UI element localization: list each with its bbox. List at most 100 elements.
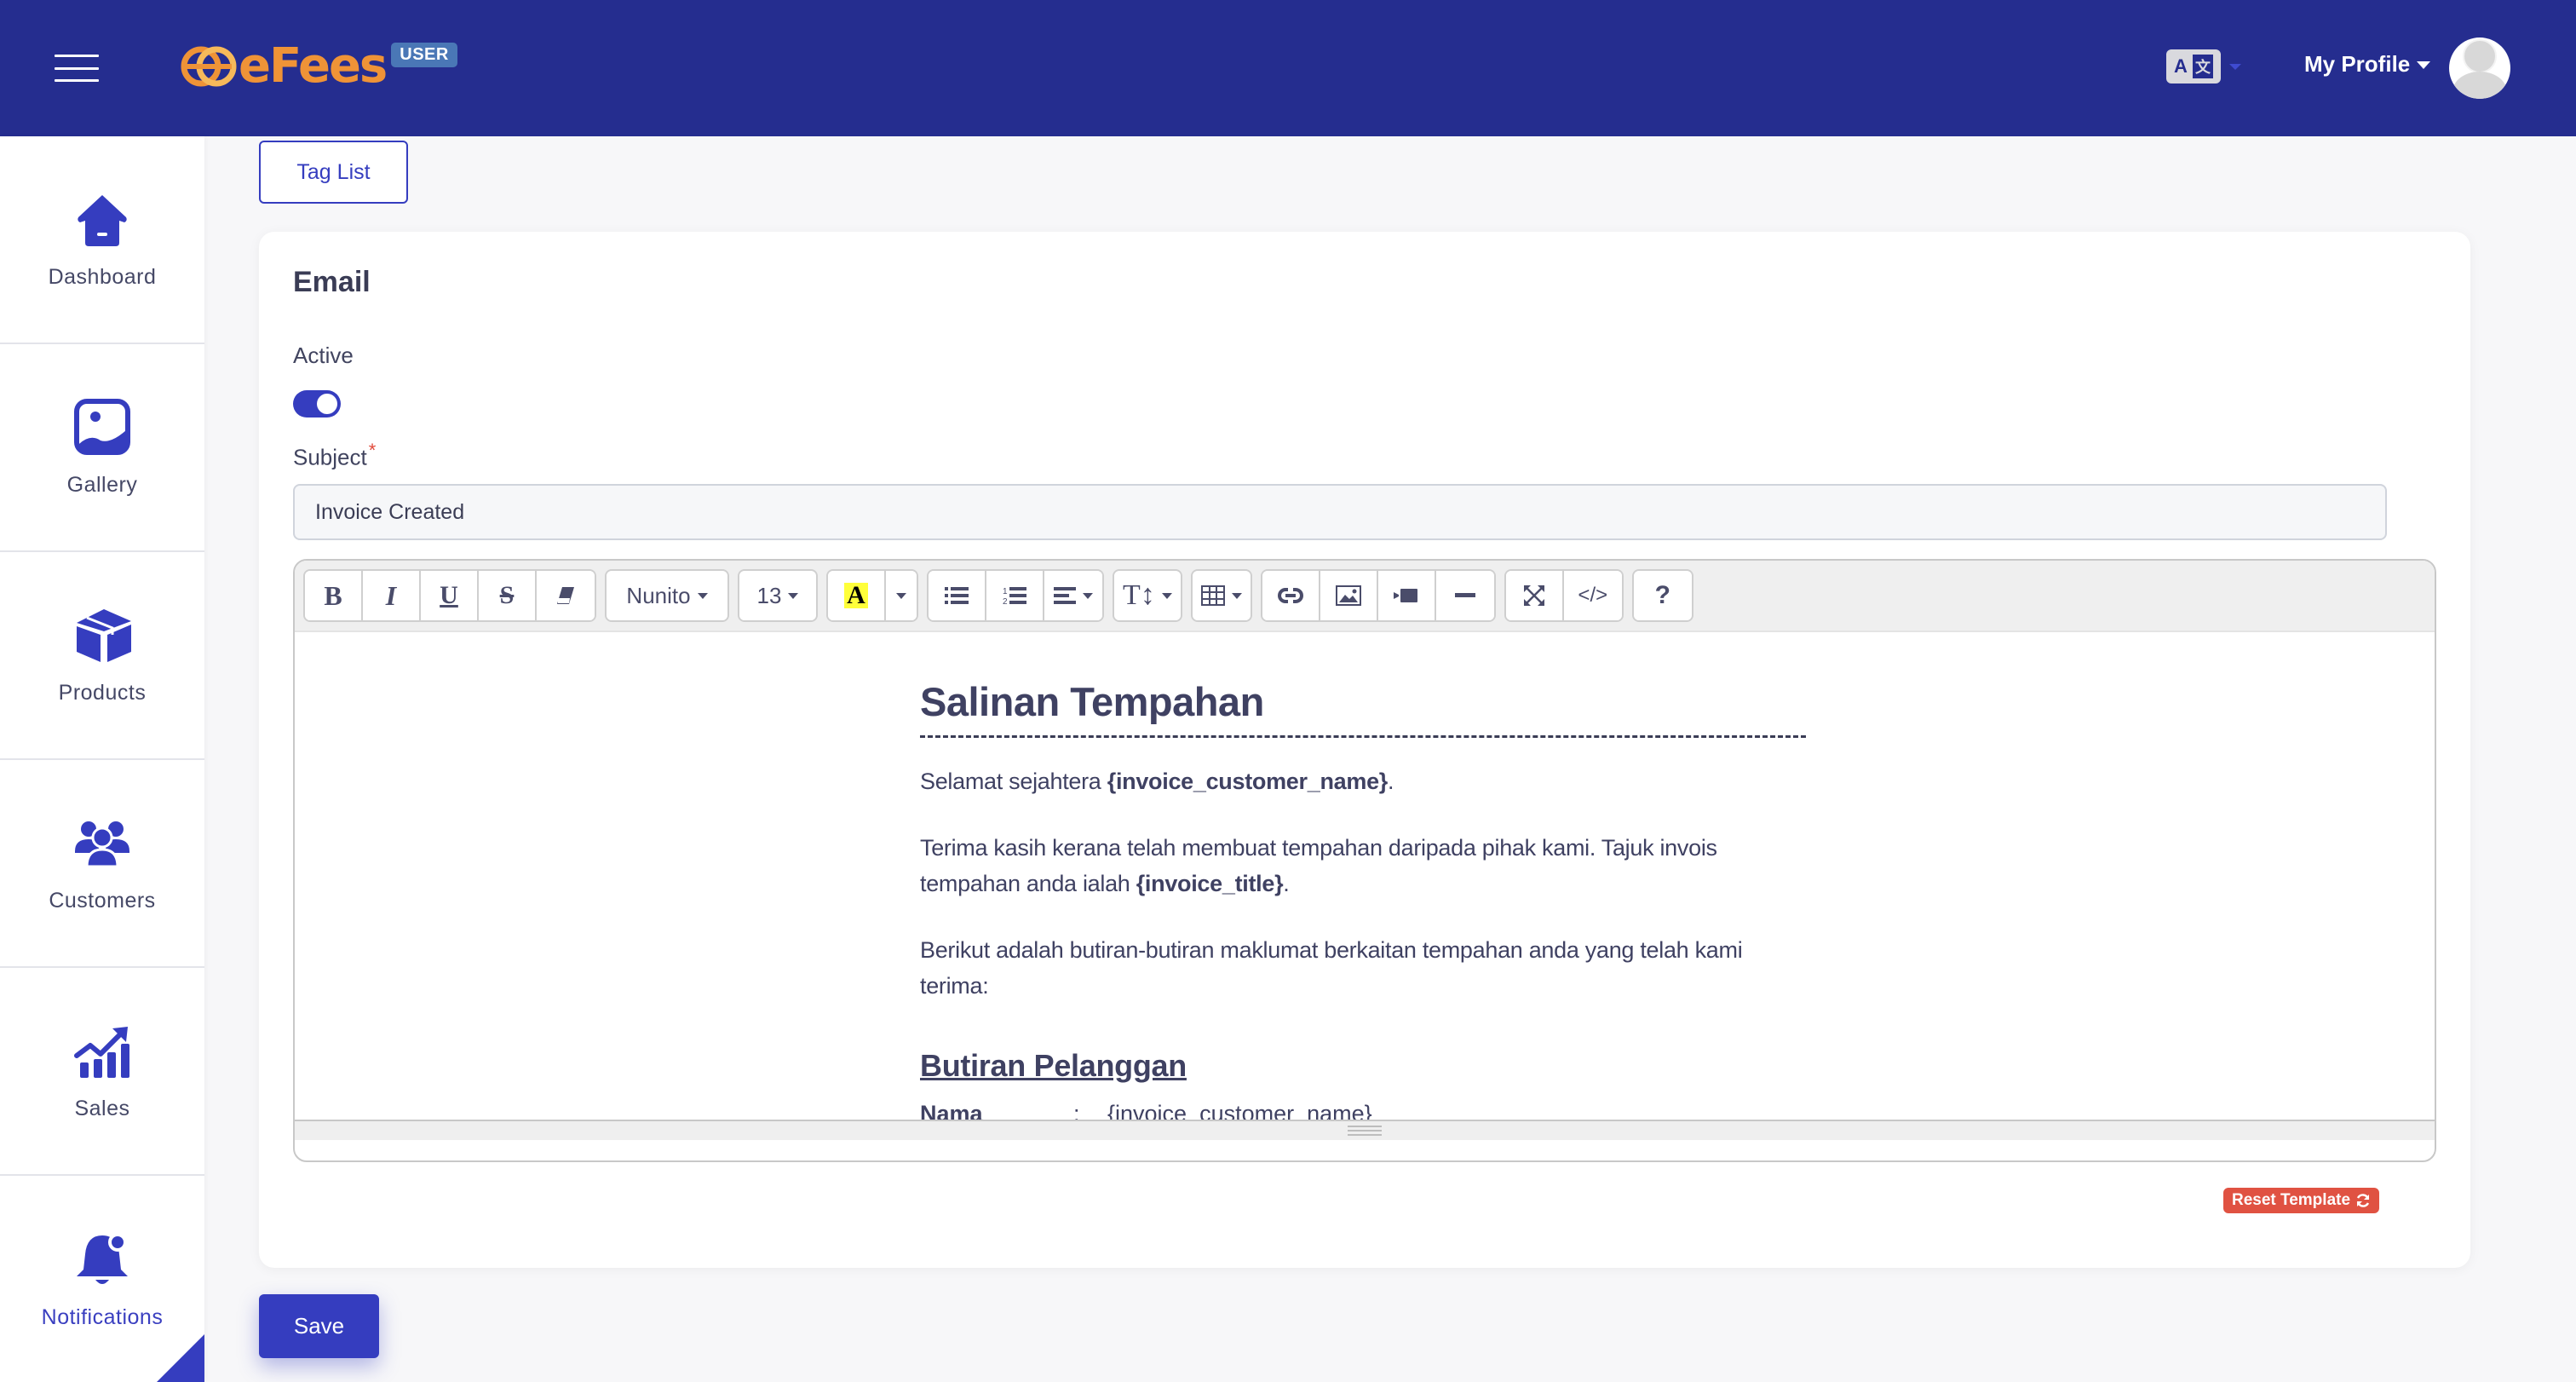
sidebar-item-label: Dashboard (48, 264, 157, 289)
eraser-icon (557, 587, 574, 604)
underline-icon: U (440, 581, 458, 609)
caret-down-icon (2417, 61, 2431, 69)
bold-button[interactable]: B (305, 571, 363, 620)
image-icon (73, 398, 131, 456)
font-size-value: 13 (756, 582, 782, 608)
line-height-icon: T↕ (1123, 579, 1155, 611)
greeting-suffix: . (1388, 769, 1394, 794)
email-settings-card: Email Active Subject* B I U S Nunito (259, 232, 2470, 1268)
thanks-text: Terima kasih kerana telah membuat tempah… (920, 835, 1717, 896)
subject-label: Subject* (293, 440, 376, 471)
italic-icon: I (385, 579, 397, 611)
align-dropdown-button[interactable] (1044, 571, 1102, 620)
language-selector[interactable]: A文 (2166, 49, 2241, 83)
translate-icon: A文 (2166, 49, 2221, 83)
editor-resize-handle[interactable] (295, 1120, 2435, 1140)
bold-icon: B (324, 579, 342, 611)
font-family-value: Nunito (626, 582, 691, 608)
toggle-knob (317, 394, 337, 414)
question-icon: ? (1654, 581, 1670, 609)
highlight-color-button[interactable]: A (828, 571, 886, 620)
code-view-button[interactable]: </> (1563, 571, 1622, 620)
users-icon (73, 814, 131, 872)
picture-icon (1335, 585, 1361, 606)
profile-dropdown[interactable]: My Profile (2304, 51, 2431, 78)
chart-growth-icon (73, 1022, 131, 1080)
strikethrough-icon: S (499, 581, 515, 609)
brand-logo[interactable]: eFees USER (181, 41, 457, 92)
underline-button[interactable]: U (421, 571, 479, 620)
sidebar-item-label: Products (58, 680, 147, 705)
numbered-list-button[interactable]: 12 (986, 571, 1044, 620)
user-role-badge: USER (391, 43, 457, 67)
editor-toolbar: B I U S Nunito 13 A 1 2 T↕ </> ? (295, 561, 2435, 632)
strikethrough-button[interactable]: S (479, 571, 537, 620)
table-dropdown[interactable] (1192, 571, 1251, 620)
active-toggle[interactable] (293, 390, 341, 417)
caret-down-icon (697, 592, 708, 599)
sidebar-item-sales[interactable]: Sales (0, 968, 204, 1176)
sidebar-item-label: Notifications (41, 1304, 164, 1329)
active-label: Active (293, 343, 354, 368)
svg-text:1: 1 (1003, 587, 1008, 596)
box-icon (73, 606, 131, 664)
bullet-list-button[interactable] (929, 571, 986, 620)
refresh-icon (2356, 1194, 2370, 1207)
avatar-body-shape (2452, 72, 2507, 99)
font-family-dropdown[interactable]: Nunito (607, 571, 727, 620)
save-button[interactable]: Save (259, 1294, 379, 1358)
hamburger-line (55, 66, 99, 70)
reset-template-button[interactable]: Reset Template (2223, 1188, 2380, 1213)
details-intro-paragraph: Berikut adalah butiran-butiran maklumat … (920, 937, 1743, 999)
subject-input[interactable] (293, 484, 2387, 540)
ordered-list-icon: 12 (1003, 587, 1026, 606)
editor-content-area[interactable]: Salinan Tempahan Selamat sejahtera {invo… (295, 632, 2435, 1140)
color-dropdown-button[interactable] (886, 571, 917, 620)
avatar[interactable] (2449, 37, 2510, 99)
sidebar: Dashboard Gallery Products Customers Sal… (0, 136, 204, 1382)
menu-toggle-button[interactable] (55, 55, 99, 82)
email-template-document: Salinan Tempahan Selamat sejahtera {invo… (920, 678, 1806, 1132)
table-group (1190, 569, 1252, 622)
view-group: </> (1504, 569, 1624, 622)
greeting-text: Selamat sejahtera (920, 769, 1107, 794)
help-group: ? (1631, 569, 1693, 622)
font-family-group: Nunito (605, 569, 729, 622)
align-left-icon (1054, 587, 1076, 604)
logo-mark-icon (181, 41, 237, 92)
caret-down-icon (1231, 592, 1242, 599)
insert-image-button[interactable] (1320, 571, 1378, 620)
invoice-title-tag: {invoice_title} (1136, 871, 1284, 896)
bell-icon (73, 1230, 131, 1288)
sidebar-item-dashboard[interactable]: Dashboard (0, 136, 204, 344)
video-icon (1393, 589, 1417, 602)
sidebar-item-customers[interactable]: Customers (0, 760, 204, 968)
brand-name: eFees (239, 38, 388, 94)
sidebar-item-gallery[interactable]: Gallery (0, 344, 204, 552)
horizontal-rule-button[interactable] (1435, 571, 1494, 620)
insert-video-button[interactable] (1377, 571, 1436, 620)
caret-down-icon (896, 592, 906, 599)
paragraph-group: 12 (927, 569, 1104, 622)
link-icon (1277, 588, 1303, 603)
clear-format-button[interactable] (537, 571, 595, 620)
tag-list-button[interactable]: Tag List (259, 141, 408, 204)
sidebar-item-notifications[interactable]: Notifications (0, 1176, 204, 1382)
home-icon (73, 190, 131, 248)
fullscreen-button[interactable] (1505, 571, 1564, 620)
grip-line (1348, 1126, 1382, 1127)
italic-button[interactable]: I (363, 571, 421, 620)
font-size-group: 13 (738, 569, 818, 622)
line-height-dropdown[interactable]: T↕ (1114, 571, 1181, 620)
section-title: Butiran Pelanggan (920, 1048, 1187, 1083)
subject-label-text: Subject (293, 444, 367, 470)
highlight-icon: A (844, 583, 868, 608)
top-navbar: eFees USER A文 My Profile (0, 0, 2576, 136)
insert-link-button[interactable] (1262, 571, 1320, 620)
greeting-paragraph: Selamat sejahtera {invoice_customer_name… (920, 763, 1806, 799)
font-size-dropdown[interactable]: 13 (739, 571, 816, 620)
help-button[interactable]: ? (1633, 571, 1692, 620)
active-indicator (153, 1334, 204, 1382)
sidebar-item-products[interactable]: Products (0, 552, 204, 760)
caret-down-icon (1083, 592, 1093, 599)
